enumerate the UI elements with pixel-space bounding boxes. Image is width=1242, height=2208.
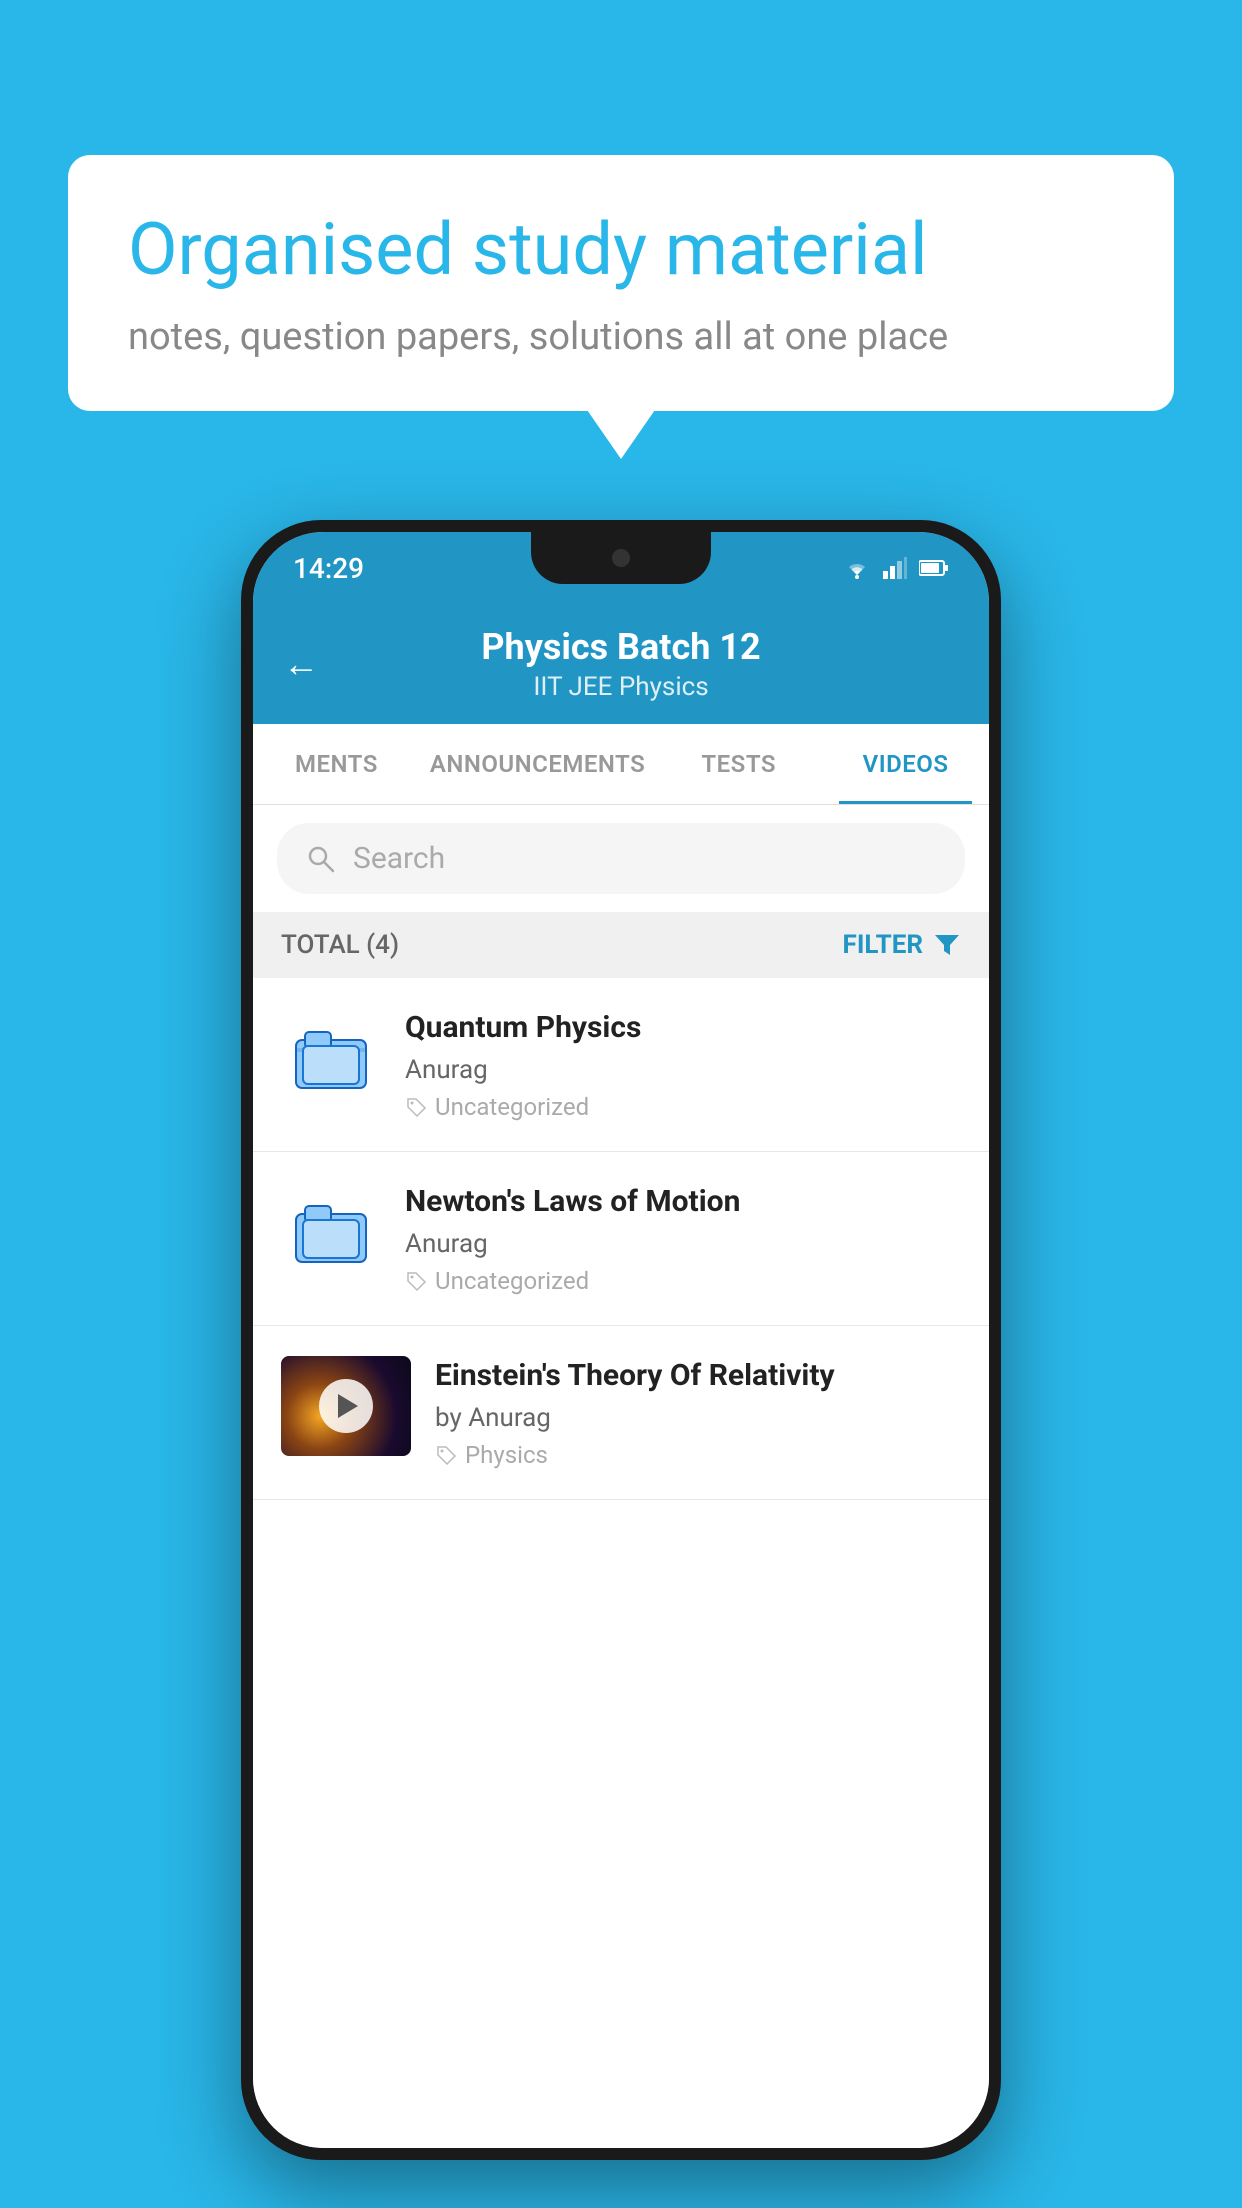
bubble-title: Organised study material [128, 207, 1114, 293]
search-container: Search [253, 805, 989, 912]
filter-icon [933, 931, 961, 959]
status-icons [843, 557, 949, 579]
video-info: Einstein's Theory Of Relativity by Anura… [435, 1356, 961, 1469]
video-list: Quantum Physics Anurag Uncategorized [253, 978, 989, 2148]
folder-icon [291, 1192, 371, 1272]
signal-icon [883, 557, 907, 579]
filter-bar: TOTAL (4) FILTER [253, 912, 989, 978]
phone-frame: 14:29 [241, 520, 1001, 2160]
list-item[interactable]: Quantum Physics Anurag Uncategorized [253, 978, 989, 1152]
status-bar: 14:29 [253, 532, 989, 604]
video-tag: Physics [435, 1441, 961, 1469]
total-count: TOTAL (4) [281, 930, 399, 960]
tab-ments[interactable]: MENTS [253, 724, 420, 804]
filter-label: FILTER [843, 930, 923, 960]
search-bar[interactable]: Search [277, 823, 965, 894]
tab-videos[interactable]: VIDEOS [822, 724, 989, 804]
video-info: Quantum Physics Anurag Uncategorized [405, 1008, 961, 1121]
folder-icon-wrap [281, 1182, 381, 1282]
video-info: Newton's Laws of Motion Anurag Uncategor… [405, 1182, 961, 1295]
list-item[interactable]: Newton's Laws of Motion Anurag Uncategor… [253, 1152, 989, 1326]
tag-icon [405, 1096, 427, 1118]
camera-dot [612, 549, 630, 567]
bubble-subtitle: notes, question papers, solutions all at… [128, 315, 1114, 359]
video-title: Quantum Physics [405, 1008, 961, 1047]
tab-tests[interactable]: TESTS [655, 724, 822, 804]
tag-label: Uncategorized [435, 1093, 589, 1121]
speech-bubble-section: Organised study material notes, question… [68, 155, 1174, 411]
tag-icon [405, 1270, 427, 1292]
status-time: 14:29 [293, 552, 364, 585]
play-button[interactable] [319, 1379, 373, 1433]
video-author: Anurag [405, 1055, 961, 1085]
search-placeholder: Search [353, 841, 445, 876]
phone-mockup: 14:29 [241, 520, 1001, 2160]
video-title: Einstein's Theory Of Relativity [435, 1356, 961, 1395]
tag-label: Uncategorized [435, 1267, 589, 1295]
tag-label: Physics [465, 1441, 548, 1469]
phone-screen: 14:29 [253, 532, 989, 2148]
notch [531, 532, 711, 584]
video-author: by Anurag [435, 1403, 961, 1433]
header-subtitle: IIT JEE Physics [533, 672, 708, 702]
app-header: ← Physics Batch 12 IIT JEE Physics [253, 604, 989, 724]
folder-icon [291, 1018, 371, 1098]
play-triangle-icon [338, 1394, 358, 1418]
video-author: Anurag [405, 1229, 961, 1259]
battery-icon [919, 559, 949, 577]
video-tag: Uncategorized [405, 1093, 961, 1121]
tag-icon [435, 1444, 457, 1466]
folder-icon-wrap [281, 1008, 381, 1108]
list-item[interactable]: Einstein's Theory Of Relativity by Anura… [253, 1326, 989, 1500]
speech-bubble: Organised study material notes, question… [68, 155, 1174, 411]
video-tag: Uncategorized [405, 1267, 961, 1295]
tab-announcements[interactable]: ANNOUNCEMENTS [420, 724, 655, 804]
filter-button[interactable]: FILTER [843, 930, 961, 960]
video-title: Newton's Laws of Motion [405, 1182, 961, 1221]
back-button[interactable]: ← [283, 643, 319, 685]
header-title: Physics Batch 12 [481, 626, 760, 668]
tabs-bar: MENTS ANNOUNCEMENTS TESTS VIDEOS [253, 724, 989, 805]
search-icon [305, 843, 337, 875]
wifi-icon [843, 557, 871, 579]
video-thumbnail [281, 1356, 411, 1456]
